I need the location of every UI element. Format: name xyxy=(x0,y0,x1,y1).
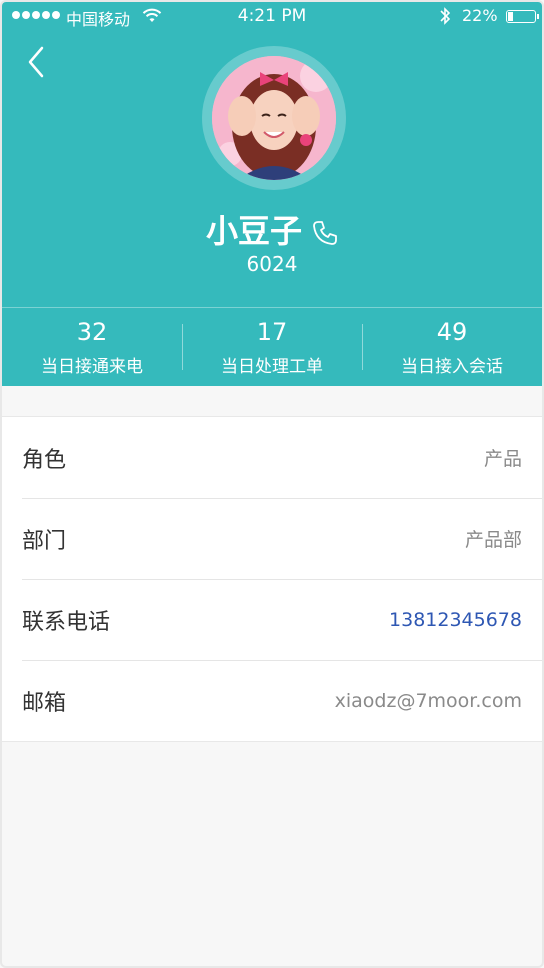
bluetooth-icon xyxy=(440,7,451,25)
battery-percent: 22% xyxy=(462,6,498,25)
stat-label: 当日接入会话 xyxy=(401,357,503,377)
stat-sessions[interactable]: 49 当日接入会话 xyxy=(362,308,542,386)
phone-link[interactable]: 13812345678 xyxy=(389,609,522,631)
info-row-phone[interactable]: 联系电话 13812345678 xyxy=(2,579,542,660)
stat-label: 当日接通来电 xyxy=(41,357,143,377)
back-button[interactable] xyxy=(22,44,54,80)
info-list: 角色 产品 部门 产品部 联系电话 13812345678 邮箱 xiaodz@… xyxy=(2,416,542,742)
row-value: 产品 xyxy=(483,448,522,470)
battery-icon xyxy=(506,10,539,23)
profile-header: 中国移动 4:21 PM 22% 小豆子 6024 32 当日接通来电 17 当… xyxy=(2,2,542,386)
row-label: 邮箱 xyxy=(22,690,67,716)
status-bar: 中国移动 4:21 PM 22% xyxy=(2,2,542,32)
profile-extension: 6024 xyxy=(246,252,298,276)
row-label: 联系电话 xyxy=(22,609,111,635)
stat-value: 49 xyxy=(436,318,468,346)
profile-screen: 中国移动 4:21 PM 22% 小豆子 6024 32 当日接通来电 17 当… xyxy=(0,0,544,968)
stat-calls[interactable]: 32 当日接通来电 xyxy=(2,308,182,386)
stat-label: 当日处理工单 xyxy=(221,357,323,377)
info-row-department: 部门 产品部 xyxy=(2,498,542,579)
info-row-role: 角色 产品 xyxy=(2,417,542,498)
profile-name-row: 小豆子 xyxy=(2,206,542,252)
stat-tickets[interactable]: 17 当日处理工单 xyxy=(182,308,362,386)
profile-name: 小豆子 xyxy=(205,212,302,250)
row-label: 部门 xyxy=(22,528,67,554)
row-value: 产品部 xyxy=(464,529,522,551)
info-row-email: 邮箱 xiaodz@7moor.com xyxy=(2,660,542,741)
stats-bar: 32 当日接通来电 17 当日处理工单 49 当日接入会话 xyxy=(2,308,542,386)
phone-icon[interactable] xyxy=(312,220,338,246)
avatar[interactable] xyxy=(212,56,336,180)
row-label: 角色 xyxy=(22,447,67,473)
stat-value: 17 xyxy=(256,318,288,346)
row-value: xiaodz@7moor.com xyxy=(334,689,522,712)
avatar-ring xyxy=(202,46,346,190)
status-time: 4:21 PM xyxy=(237,6,307,26)
stat-value: 32 xyxy=(76,318,108,346)
